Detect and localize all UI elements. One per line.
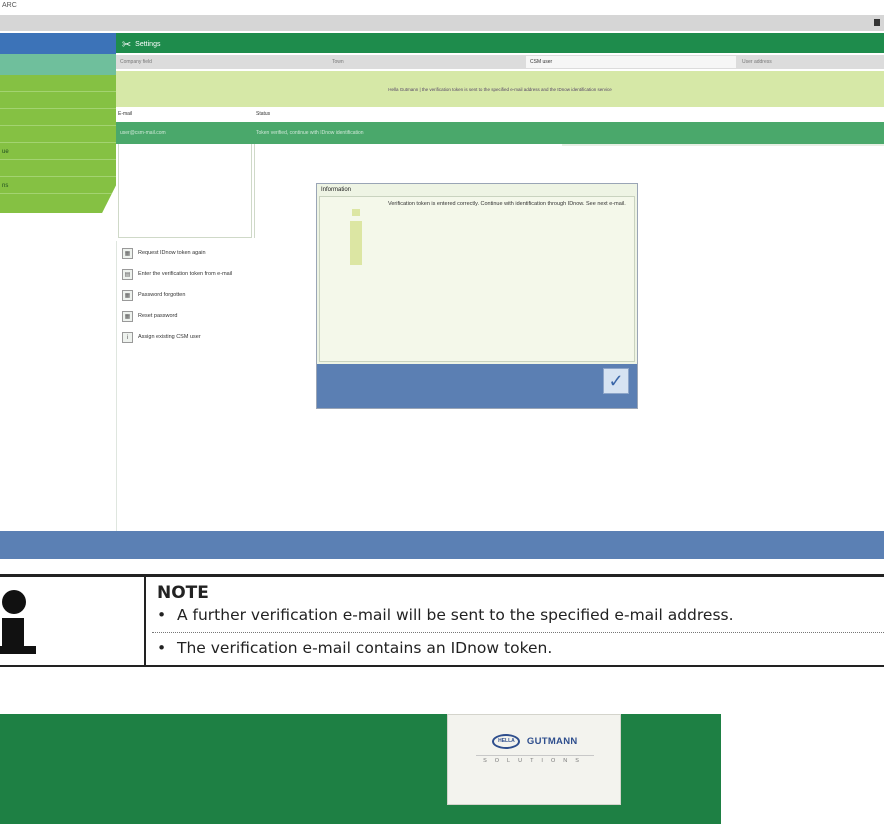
sidebar-item[interactable]: ns (0, 177, 116, 194)
note-bullet-text: A further verification e-mail will be se… (177, 606, 734, 624)
action-label: Reset password (138, 313, 178, 319)
key-icon: ▦ (122, 290, 133, 301)
note-title: NOTE (157, 583, 209, 603)
info-icon-stem (350, 221, 362, 265)
dialog-footer: ✓ (317, 364, 637, 408)
table-column-left (118, 144, 252, 238)
note-separator (152, 632, 884, 633)
dialog-title: Information (321, 187, 352, 193)
divider (116, 241, 117, 541)
sidebar-item[interactable] (0, 160, 116, 177)
field-company[interactable]: Company field (116, 56, 326, 68)
sidebar-header (0, 33, 116, 54)
user-icon: ⅰ (122, 332, 133, 343)
field-town[interactable]: Town (328, 56, 524, 68)
logo-card: HELLA GUTMANN SOLUTIONS (447, 714, 621, 805)
table-row[interactable]: user@csm-mail.com Token verified, contin… (116, 122, 884, 144)
note-bullet: • A further verification e-mail will be s… (157, 606, 734, 624)
info-banner: Hella Gutmann | the verification token i… (116, 71, 884, 107)
logo-divider (476, 755, 594, 756)
table-cell-status: Token verified, continue with IDnow iden… (256, 130, 364, 136)
sidebar-item[interactable] (0, 126, 116, 143)
sidebar: ue ns (0, 33, 116, 543)
token-icon: ▦ (122, 248, 133, 259)
table-header-status: Status (256, 111, 271, 117)
divider (562, 144, 884, 146)
hella-logo-icon: HELLA (492, 734, 521, 750)
action-list: ▦ Request IDnow token again ▤ Enter the … (120, 245, 320, 350)
table-cell-email: user@csm-mail.com (120, 130, 166, 136)
sidebar-item[interactable]: ue (0, 143, 116, 160)
info-icon (352, 209, 360, 216)
sidebar-menu: ue ns (0, 75, 116, 213)
reset-icon: ▦ (122, 311, 133, 322)
assign-user-button[interactable]: ⅰ Assign existing CSM user (120, 329, 320, 348)
action-label: Request IDnow token again (138, 250, 206, 256)
status-bar (0, 531, 884, 559)
sidebar-item[interactable] (0, 92, 116, 109)
request-token-button[interactable]: ▦ Request IDnow token again (120, 245, 320, 264)
reset-password-button[interactable]: ▦ Reset password (120, 308, 320, 327)
password-forgotten-button[interactable]: ▦ Password forgotten (120, 287, 320, 306)
table-header-email: E-mail (118, 111, 133, 117)
logo-text: GUTMANN (526, 736, 578, 748)
screenshot-region: ue ns ✂ Settings Company field Town CSM … (0, 15, 884, 559)
sidebar-item[interactable] (0, 75, 116, 92)
dialog-body: Verification token is entered correctly.… (319, 196, 635, 362)
tools-icon: ✂ (122, 39, 132, 51)
note-top-rule (0, 574, 884, 577)
field-csm-user[interactable]: CSM user (526, 56, 736, 68)
page-footer: HELLA GUTMANN SOLUTIONS (0, 714, 721, 824)
corner-mark: ARC (2, 2, 17, 9)
action-label: Assign existing CSM user (138, 334, 201, 340)
action-label: Enter the verification token from e-mail (138, 271, 233, 277)
note-bullet: • The verification e-mail contains an IDn… (157, 639, 553, 657)
logo-subtext: SOLUTIONS (483, 758, 587, 764)
field-user-address[interactable]: User address (738, 56, 884, 68)
enter-token-button[interactable]: ▤ Enter the verification token from e-ma… (120, 266, 320, 285)
settings-title: Settings (135, 41, 161, 48)
note-bottom-rule (0, 665, 884, 667)
confirm-button[interactable]: ✓ (603, 368, 629, 394)
settings-header: ✂ Settings (116, 33, 884, 53)
action-label: Password forgotten (138, 292, 186, 298)
information-dialog: Information Verification token is entere… (316, 183, 638, 409)
dialog-message: Verification token is entered correctly.… (388, 201, 626, 207)
note-divider (144, 577, 146, 665)
manual-page: ARC ue ns ✂ Settings Company field Town … (0, 0, 884, 824)
sidebar-item[interactable] (0, 194, 116, 211)
info-icon (0, 590, 40, 660)
sidebar-active-item[interactable] (0, 54, 116, 75)
window-control[interactable] (874, 19, 880, 26)
window-titlebar (0, 15, 884, 31)
note-bullet-text: The verification e-mail contains an IDno… (177, 639, 553, 657)
mail-icon: ▤ (122, 269, 133, 280)
settings-fields: Company field Town CSM user User address (116, 55, 884, 69)
sidebar-item[interactable] (0, 109, 116, 126)
